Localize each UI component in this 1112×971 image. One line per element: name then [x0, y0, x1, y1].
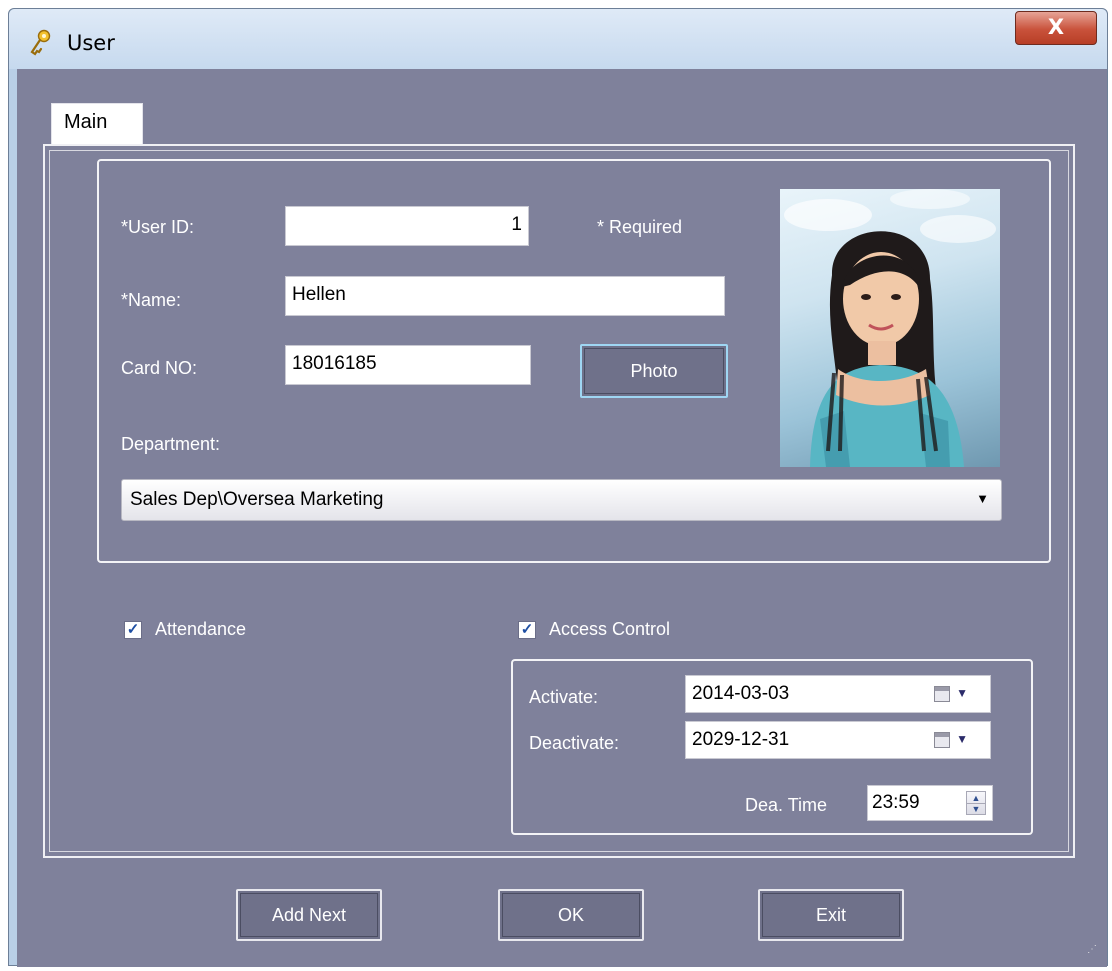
attendance-checkbox[interactable]: ✓	[124, 621, 142, 639]
dea-time-input[interactable]: 23:59 ▲ ▼	[867, 785, 993, 821]
name-label: *Name:	[121, 290, 182, 310]
chevron-down-icon[interactable]: ▼	[956, 686, 968, 700]
window-title: User	[67, 31, 115, 55]
title-bar[interactable]: User X	[9, 9, 1107, 69]
department-select[interactable]: Sales Dep\Oversea Marketing ▼	[121, 479, 1002, 521]
spin-down-icon[interactable]: ▼	[967, 803, 985, 815]
attendance-label: Attendance	[155, 619, 247, 639]
calendar-icon[interactable]	[934, 686, 950, 702]
name-input[interactable]: Hellen	[285, 276, 725, 316]
activate-date-value: 2014-03-03	[692, 683, 790, 704]
card-no-label: Card NO:	[121, 358, 198, 378]
deactivate-label: Deactivate:	[529, 733, 620, 753]
activate-date-picker[interactable]: 2014-03-03 ▼	[685, 675, 991, 713]
deactivate-date-value: 2029-12-31	[692, 729, 790, 750]
ok-button[interactable]: OK	[498, 889, 644, 941]
access-control-checkbox[interactable]: ✓	[518, 621, 536, 639]
user-id-input[interactable]: 1	[285, 206, 529, 246]
ok-button-label: OK	[502, 893, 640, 937]
photo-button-label: Photo	[584, 348, 724, 394]
time-spinner[interactable]: ▲ ▼	[966, 791, 986, 815]
chevron-down-icon[interactable]: ▼	[956, 732, 968, 746]
add-next-button[interactable]: Add Next	[236, 889, 382, 941]
resize-grip-icon[interactable]: ⋰	[1087, 945, 1101, 961]
chevron-down-icon: ▼	[976, 491, 989, 506]
photo-button[interactable]: Photo	[580, 344, 728, 398]
department-select-value: Sales Dep\Oversea Marketing	[130, 489, 384, 510]
tab-main[interactable]: Main	[51, 103, 143, 145]
user-photo-image	[784, 189, 996, 467]
user-photo	[780, 189, 1000, 467]
required-note: * Required	[597, 217, 683, 237]
calendar-icon[interactable]	[934, 732, 950, 748]
exit-button[interactable]: Exit	[758, 889, 904, 941]
department-label: Department:	[121, 434, 221, 454]
dialog-client-area: Main *User ID: 1 * Required *Name: Helle…	[17, 69, 1107, 967]
user-id-label: *User ID:	[121, 217, 195, 237]
dea-time-label: Dea. Time	[745, 795, 828, 815]
access-control-label: Access Control	[549, 619, 671, 639]
activate-label: Activate:	[529, 687, 599, 707]
close-button[interactable]: X	[1015, 11, 1097, 45]
exit-button-label: Exit	[762, 893, 900, 937]
deactivate-date-picker[interactable]: 2029-12-31 ▼	[685, 721, 991, 759]
key-icon	[30, 29, 51, 56]
dea-time-value: 23:59	[872, 792, 920, 813]
card-no-input[interactable]: 18016185	[285, 345, 531, 385]
user-dialog-window: User X Main *User ID: 1 * Required *Name…	[8, 8, 1108, 967]
add-next-button-label: Add Next	[240, 893, 378, 937]
